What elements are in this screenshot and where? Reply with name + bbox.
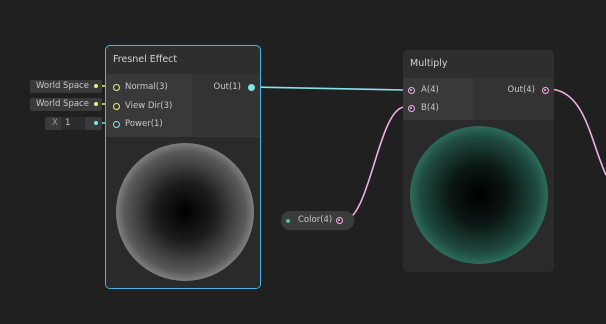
view-dir-space-field[interactable]: World Space [30,98,102,111]
fresnel-node-title: Fresnel Effect [106,46,260,74]
output-port-out[interactable]: Out(4) [474,82,554,98]
port-socket-icon[interactable] [248,83,255,91]
preview-sphere [410,126,548,264]
fresnel-effect-node[interactable]: Fresnel Effect Normal(3) View Dir(3) Pow… [105,45,261,289]
power-value-text: 1 [65,118,71,128]
view-dir-space-label: World Space [36,99,89,109]
output-port-out[interactable]: Out(1) [192,79,260,95]
port-label: Power(1) [125,119,163,129]
input-port-b[interactable]: B(4) [403,100,474,116]
port-socket-icon[interactable] [113,83,120,91]
wire-multiply-out [547,88,606,176]
input-port-normal[interactable]: Normal(3) [106,79,192,95]
fresnel-output-ports: Out(1) [192,74,260,136]
port-dot-icon [94,102,98,106]
port-label: B(4) [421,103,439,113]
port-dot-icon [94,121,98,125]
port-label: Out(4) [507,85,535,95]
port-socket-icon[interactable] [336,217,343,224]
multiply-input-ports: A(4) B(4) [403,78,474,120]
normal-space-field[interactable]: World Space [30,80,102,93]
multiply-output-ports: Out(4) [474,78,554,120]
power-value-field[interactable]: X 1 [45,117,102,130]
fresnel-input-ports: Normal(3) View Dir(3) Power(1) [106,74,192,136]
port-socket-icon[interactable] [408,86,415,94]
port-socket-icon[interactable] [113,120,120,128]
power-axis-label: X [52,118,58,128]
port-dot-icon [94,84,98,88]
normal-space-label: World Space [36,81,89,91]
color-node-label: Color(4) [298,215,333,225]
input-port-power[interactable]: Power(1) [106,116,192,132]
port-label: Normal(3) [125,82,168,92]
input-port-view-dir[interactable]: View Dir(3) [106,98,192,114]
multiply-node[interactable]: Multiply A(4) B(4) Out(4) [403,50,554,272]
power-value-box[interactable]: 1 [61,117,85,130]
input-port-a[interactable]: A(4) [403,82,474,98]
multiply-preview [403,120,554,272]
port-label: A(4) [421,85,439,95]
port-label: View Dir(3) [125,101,173,111]
wire-fresnel-to-multiply [249,86,406,91]
port-socket-icon[interactable] [113,102,120,110]
fresnel-preview [106,137,260,288]
multiply-node-title: Multiply [403,50,554,78]
color-node[interactable]: Color(4) [281,211,354,230]
port-socket-icon[interactable] [542,86,549,94]
port-socket-icon[interactable] [408,104,415,112]
wire-color-to-multiply [342,106,405,222]
port-label: Out(1) [213,82,241,92]
color-swatch-icon [286,219,290,223]
preview-sphere [116,143,254,281]
